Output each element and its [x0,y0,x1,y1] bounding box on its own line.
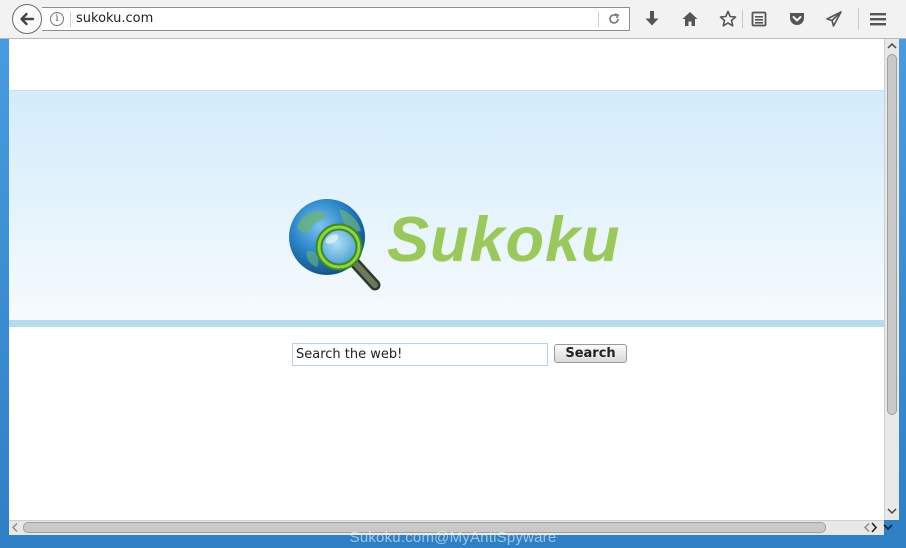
download-icon[interactable] [642,9,662,29]
back-arrow-icon [20,12,35,26]
address-bar[interactable]: i sukoku.com [42,7,630,31]
back-button[interactable] [12,4,42,34]
send-tab-icon[interactable] [824,9,844,29]
sukoku-logo-text: Sukoku [387,205,621,275]
scroll-up-arrow-icon[interactable] [887,41,897,51]
search-button[interactable]: Search [554,344,627,363]
browser-window: i sukoku.com Sukoku Search the web! Sear… [0,0,906,548]
watermark-text: Sukoku.com@MyAntiSpyware [349,529,557,546]
site-info-icon[interactable]: i [50,12,64,26]
vertical-scroll-thumb[interactable] [887,54,897,415]
page-content: Sukoku Search the web! Search [9,39,884,520]
menu-icon[interactable] [868,9,888,29]
bookmark-star-icon[interactable] [718,9,738,29]
vertical-scrollbar[interactable] [884,39,899,520]
toolbar-separator [742,10,743,28]
search-input[interactable]: Search the web! [292,343,548,366]
scroll-down-arrow-icon[interactable] [887,506,897,516]
url-text[interactable]: sukoku.com [76,11,153,26]
menu-separator [858,8,859,30]
pocket-icon[interactable] [787,9,807,29]
reload-icon[interactable] [605,11,623,27]
banner-bottom-stripe [9,320,884,327]
reading-list-icon[interactable] [749,9,769,29]
globe-magnifier-icon [289,199,381,291]
home-icon[interactable] [680,9,700,29]
reload-separator [598,11,599,27]
url-separator [70,11,71,27]
browser-toolbar: i sukoku.com [0,0,906,39]
